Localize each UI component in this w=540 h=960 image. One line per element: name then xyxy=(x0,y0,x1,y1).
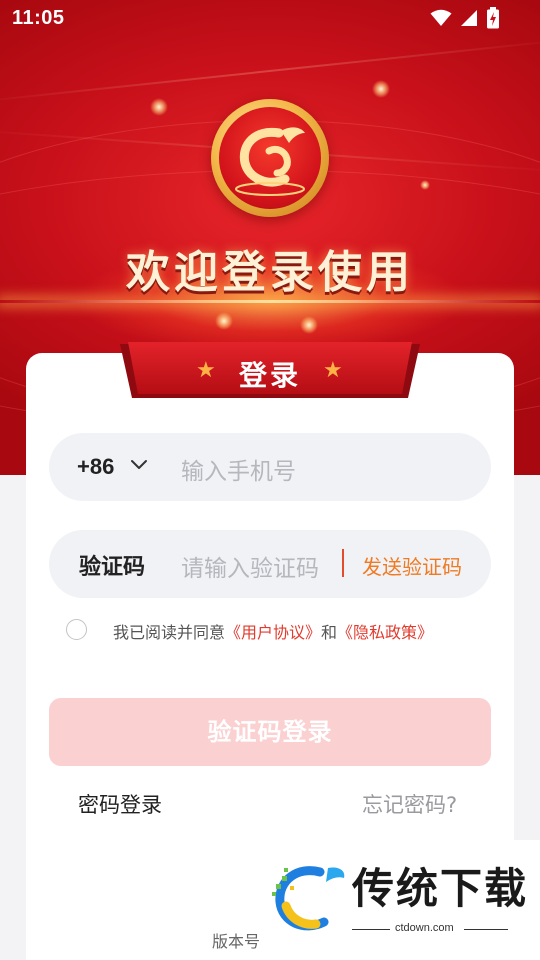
welcome-title: 欢迎登录使用 xyxy=(126,247,414,298)
decor-sparkle xyxy=(420,180,430,190)
signal-icon xyxy=(461,10,477,26)
country-code-select[interactable]: +86 xyxy=(77,454,114,480)
agreement-text: 我已阅读并同意《用户协议》和《隐私政策》 xyxy=(113,619,433,643)
app-logo-emblem xyxy=(235,127,305,196)
status-bar: 11:05 xyxy=(0,0,540,36)
verification-code-field[interactable]: 验证码 请输入验证码 发送验证码 xyxy=(49,530,491,598)
card-title: 登录 xyxy=(238,359,301,392)
watermark-logo-icon xyxy=(272,866,345,931)
star-icon: ★ xyxy=(323,358,343,383)
watermark-brand: 传统下载 xyxy=(352,864,529,913)
user-agreement-link[interactable]: 《用户协议》 xyxy=(225,623,321,642)
decor-streak xyxy=(0,37,540,105)
code-login-button[interactable]: 验证码登录 xyxy=(49,698,491,766)
code-input[interactable]: 请输入验证码 xyxy=(181,549,319,583)
status-time: 11:05 xyxy=(12,7,65,29)
app-logo-icon xyxy=(211,99,329,217)
send-code-button[interactable]: 发送验证码 xyxy=(362,551,462,580)
decor-sparkle xyxy=(150,98,168,116)
watermark-url: ctdown.com xyxy=(395,922,454,934)
decor-sparkle xyxy=(300,316,318,334)
watermark-divider xyxy=(464,929,508,930)
privacy-policy-link[interactable]: 《隐私政策》 xyxy=(337,623,433,642)
status-icons xyxy=(430,7,500,29)
code-label: 验证码 xyxy=(79,555,146,580)
phone-input[interactable]: 输入手机号 xyxy=(181,452,296,486)
watermark-divider xyxy=(352,929,390,930)
text-cursor xyxy=(342,549,344,577)
agreement-prefix: 我已阅读并同意 xyxy=(113,623,226,642)
password-login-link[interactable]: 密码登录 xyxy=(78,789,162,819)
app-logo-inner xyxy=(219,107,321,209)
battery-charging-icon xyxy=(487,7,499,29)
chevron-down-icon[interactable] xyxy=(129,455,149,475)
version-label: 版本号 xyxy=(212,932,261,951)
agreement-checkbox[interactable] xyxy=(66,618,87,640)
decor-glow-line xyxy=(0,300,540,303)
agreement-row: 我已阅读并同意《用户协议》和《隐私政策》 xyxy=(66,617,433,642)
forgot-password-link[interactable]: 忘记密码? xyxy=(362,789,457,819)
phone-field[interactable]: +86 输入手机号 xyxy=(49,433,491,501)
decor-sparkle xyxy=(215,312,233,330)
agreement-joiner: 和 xyxy=(321,623,338,642)
decor-sparkle xyxy=(372,80,390,98)
wifi-icon xyxy=(430,9,452,26)
